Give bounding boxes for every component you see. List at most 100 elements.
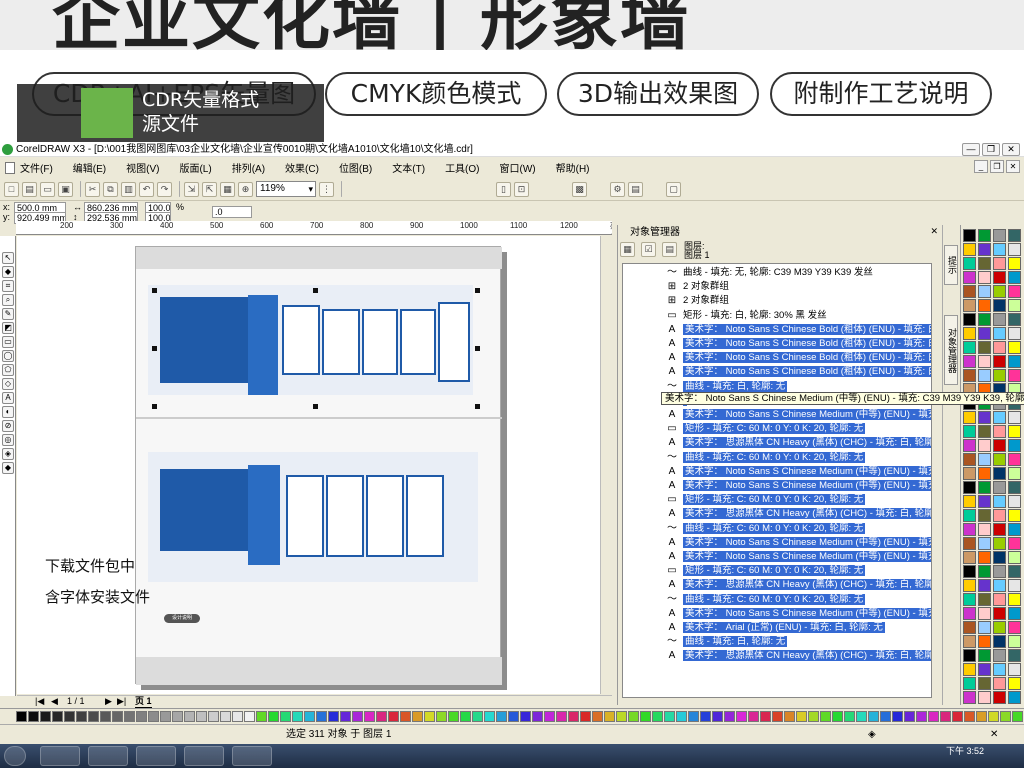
pick-tool-icon[interactable]: ↖	[2, 252, 14, 264]
color-swatch[interactable]	[496, 711, 507, 722]
smart-fill-icon[interactable]: ◩	[2, 322, 14, 334]
color-swatch[interactable]	[993, 355, 1006, 368]
color-swatch[interactable]	[748, 711, 759, 722]
color-swatch[interactable]	[1008, 691, 1021, 704]
show-properties-icon[interactable]: ▦	[620, 242, 635, 257]
object-row[interactable]: A 美术字： Noto Sans S Chinese Bold (粗体) (ENU…	[623, 365, 931, 379]
color-swatch[interactable]	[978, 243, 991, 256]
color-swatch[interactable]	[963, 621, 976, 634]
zoom-tool-icon[interactable]: ⌕	[2, 294, 14, 306]
color-swatch[interactable]	[963, 593, 976, 606]
color-swatch[interactable]	[963, 439, 976, 452]
snap-icon[interactable]: ⋮	[319, 181, 334, 197]
color-swatch[interactable]	[808, 711, 819, 722]
color-swatch[interactable]	[993, 453, 1006, 466]
color-swatch[interactable]	[993, 439, 1006, 452]
color-swatch[interactable]	[978, 299, 991, 312]
color-swatch[interactable]	[244, 711, 255, 722]
taskbar-app-browser[interactable]	[40, 746, 80, 766]
color-swatch[interactable]	[988, 711, 999, 722]
color-swatch[interactable]	[963, 257, 976, 270]
color-swatch[interactable]	[196, 711, 207, 722]
color-swatch[interactable]	[580, 711, 591, 722]
color-swatch[interactable]	[28, 711, 39, 722]
color-swatch[interactable]	[963, 369, 976, 382]
color-swatch[interactable]	[520, 711, 531, 722]
color-swatch[interactable]	[993, 621, 1006, 634]
color-swatch[interactable]	[993, 579, 1006, 592]
color-swatch[interactable]	[963, 355, 976, 368]
color-swatch[interactable]	[724, 711, 735, 722]
color-swatch[interactable]	[1008, 229, 1021, 242]
document-icon[interactable]	[5, 162, 15, 174]
color-swatch[interactable]	[616, 711, 627, 722]
new-icon[interactable]: □	[4, 181, 19, 197]
padlock-icon[interactable]: ⊡	[514, 181, 529, 197]
menu-effects[interactable]: 效果(C)	[285, 160, 319, 175]
color-swatch[interactable]	[268, 711, 279, 722]
canvas-vertical-scrollbar[interactable]	[600, 236, 612, 694]
color-swatch[interactable]	[208, 711, 219, 722]
object-row[interactable]: A 美术字： Noto Sans S Chinese Bold (粗体) (ENU…	[623, 323, 931, 337]
color-swatch[interactable]	[993, 495, 1006, 508]
color-swatch[interactable]	[993, 481, 1006, 494]
color-swatch[interactable]	[978, 355, 991, 368]
color-swatch[interactable]	[544, 711, 555, 722]
color-swatch[interactable]	[1008, 593, 1021, 606]
color-swatch[interactable]	[160, 711, 171, 722]
color-swatch[interactable]	[993, 425, 1006, 438]
menu-text[interactable]: 文本(T)	[392, 160, 425, 175]
color-swatch[interactable]	[978, 621, 991, 634]
object-row[interactable]: A 美术字： Noto Sans S Chinese Medium (中等) (E…	[623, 479, 931, 493]
color-swatch[interactable]	[963, 425, 976, 438]
open-icon[interactable]: ▭	[40, 181, 55, 197]
color-swatch[interactable]	[64, 711, 75, 722]
color-swatch[interactable]	[963, 649, 976, 662]
color-swatch[interactable]	[1008, 341, 1021, 354]
color-swatch[interactable]	[978, 271, 991, 284]
color-swatch[interactable]	[993, 551, 1006, 564]
color-swatch[interactable]	[52, 711, 63, 722]
color-swatch[interactable]	[978, 369, 991, 382]
color-swatch[interactable]	[993, 341, 1006, 354]
color-swatch[interactable]	[652, 711, 663, 722]
object-row[interactable]: 〜曲线 - 填充: C: 60 M: 0 Y: 0 K: 20, 轮廓: 无	[623, 522, 931, 536]
color-swatch[interactable]	[993, 565, 1006, 578]
rotation-field[interactable]: .0	[212, 206, 252, 218]
object-row[interactable]: ⊞ 2 对象群组	[623, 294, 931, 308]
color-swatch[interactable]	[676, 711, 687, 722]
cut-icon[interactable]: ✂	[85, 181, 100, 197]
color-swatch[interactable]	[820, 711, 831, 722]
color-swatch[interactable]	[963, 663, 976, 676]
color-swatch[interactable]	[532, 711, 543, 722]
color-swatch[interactable]	[1008, 663, 1021, 676]
color-swatch[interactable]	[993, 607, 1006, 620]
color-swatch[interactable]	[978, 551, 991, 564]
redo-icon[interactable]: ↷	[157, 181, 172, 197]
color-swatch[interactable]	[976, 711, 987, 722]
next-page-icon[interactable]: ▶	[105, 696, 112, 707]
object-row[interactable]: 〜曲线 - 填充: C: 60 M: 0 Y: 0 K: 20, 轮廓: 无	[623, 451, 931, 465]
color-swatch[interactable]	[1008, 467, 1021, 480]
selection-handle[interactable]	[152, 404, 157, 409]
color-swatch[interactable]	[1008, 369, 1021, 382]
color-swatch[interactable]	[978, 663, 991, 676]
minimize-icon[interactable]: —	[962, 143, 980, 156]
close-icon[interactable]: ✕	[1002, 143, 1020, 156]
color-swatch[interactable]	[1008, 243, 1021, 256]
color-swatch[interactable]	[978, 537, 991, 550]
color-swatch[interactable]	[978, 257, 991, 270]
object-row[interactable]: 〜曲线 - 填充: C: 60 M: 0 Y: 0 K: 20, 轮廓: 无	[623, 593, 931, 607]
color-swatch[interactable]	[904, 711, 915, 722]
color-swatch[interactable]	[963, 677, 976, 690]
import-icon[interactable]: ⇲	[184, 181, 199, 197]
drawing-canvas[interactable]	[17, 236, 611, 694]
color-swatch[interactable]	[978, 411, 991, 424]
basic-shapes-icon[interactable]: ◇	[2, 378, 14, 390]
interactive-blend-icon[interactable]: ◐	[2, 406, 14, 418]
color-swatch[interactable]	[76, 711, 87, 722]
taskbar-app-folder[interactable]	[88, 746, 128, 766]
object-row[interactable]: ▭ 矩形 - 填充: 白, 轮廓: 30% 黑 发丝	[623, 309, 931, 323]
menu-view[interactable]: 视图(V)	[126, 160, 159, 175]
object-row[interactable]: A 美术字： Noto Sans S Chinese Medium (中等) (E…	[623, 408, 931, 422]
